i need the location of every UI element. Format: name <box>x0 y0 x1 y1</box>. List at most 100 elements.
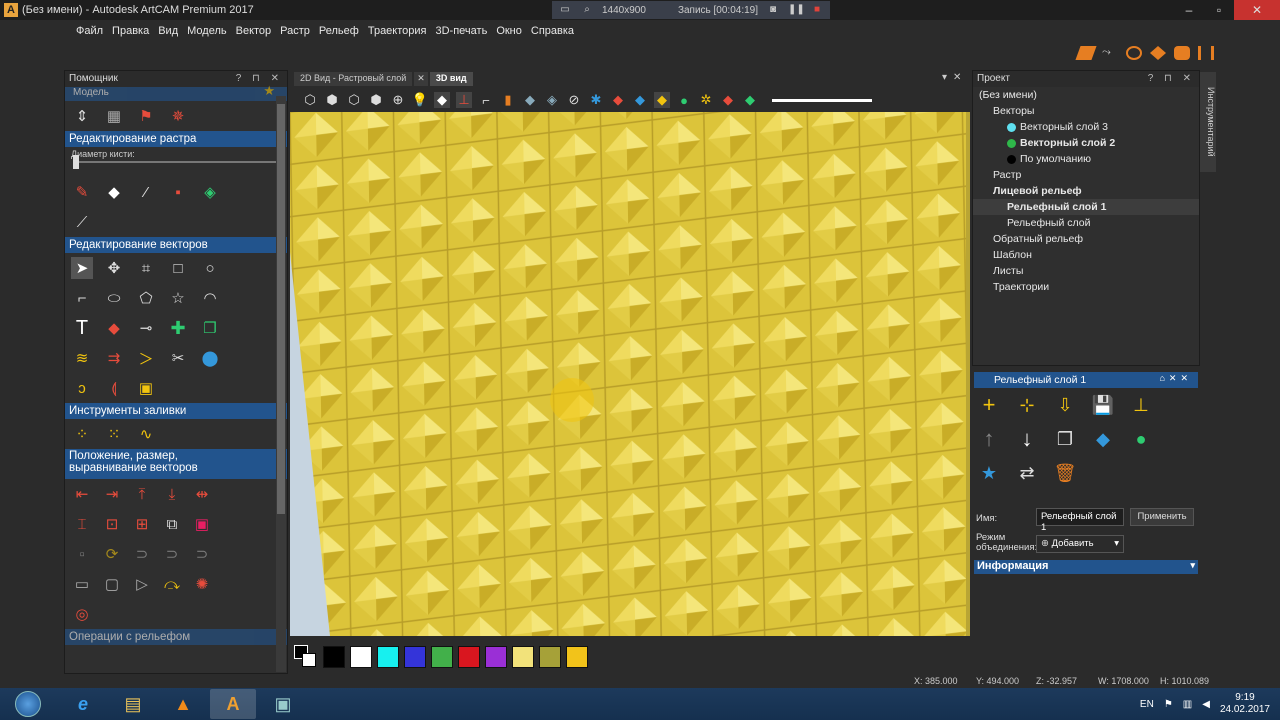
arc-icon[interactable]: ◠ <box>199 287 221 309</box>
folder-star-icon[interactable]: ▣ <box>135 377 157 399</box>
menu-3d-print[interactable]: 3D-печать <box>436 25 488 37</box>
assistant-scrollbar[interactable] <box>276 96 286 672</box>
smooth-icon[interactable]: ≋ <box>71 347 93 369</box>
tree-item[interactable]: Векторный слой 3 <box>973 119 1199 135</box>
spiral-icon[interactable]: ◎ <box>71 603 93 625</box>
tree-item[interactable]: Векторы <box>973 103 1199 119</box>
ellipse-icon[interactable]: ⬭ <box>103 287 125 309</box>
bracket-icon-1[interactable]: ⊃ <box>131 543 153 565</box>
primary-secondary-color[interactable] <box>294 645 318 669</box>
tree-item[interactable]: Обратный рельеф <box>973 231 1199 247</box>
dots-fill-icon[interactable]: ⁘ <box>71 423 93 445</box>
swatch-cyan[interactable] <box>377 646 399 668</box>
light-icon[interactable]: 💡 <box>412 92 428 108</box>
screen-recorder-icon[interactable]: ▣ <box>260 689 306 719</box>
swatch-gold[interactable] <box>566 646 588 668</box>
fill-icon[interactable]: ◈ <box>199 181 221 203</box>
grid-fill-icon[interactable]: ⁙ <box>103 423 125 445</box>
brush-slider[interactable] <box>73 155 279 169</box>
toolpath-icon[interactable] <box>1075 46 1097 60</box>
tray-flag-icon[interactable]: ⚑ <box>1164 699 1173 710</box>
wave-fill-icon[interactable]: ∿ <box>135 423 157 445</box>
line-icon[interactable]: ⤳ <box>1102 46 1118 60</box>
mirror-icon[interactable]: ⟬ <box>103 377 125 399</box>
center-v-icon[interactable]: ⌶ <box>71 513 93 535</box>
fill-tools-section[interactable]: Инструменты заливки ▲ <box>65 403 287 419</box>
align-bottom-icon[interactable]: ⤓ <box>161 483 183 505</box>
line-draw-icon[interactable]: ⟋ <box>71 211 93 233</box>
cylinder-icon[interactable] <box>1174 46 1190 60</box>
scale-icon[interactable]: ▣ <box>191 513 213 535</box>
tree-item[interactable]: Рельефный слой 1 <box>973 199 1199 215</box>
polygon-icon[interactable]: ⬠ <box>135 287 157 309</box>
bracket-icon-3[interactable]: ⊃ <box>191 543 213 565</box>
3d-viewport[interactable] <box>290 112 970 636</box>
blue-layer-icon[interactable]: ◆ <box>632 92 648 108</box>
model-section-head[interactable]: Модель ★ <box>65 83 287 101</box>
diamond-icon[interactable] <box>1150 46 1166 60</box>
eyedropper-icon[interactable]: ⁄ <box>135 181 157 203</box>
mesh-view-icon[interactable]: ⌐ <box>478 92 494 108</box>
add-green-icon[interactable]: ✚ <box>167 317 189 339</box>
swatch-white[interactable] <box>350 646 372 668</box>
menu-model[interactable]: Модель <box>187 25 226 37</box>
tray-volume-icon[interactable]: ◀ <box>1202 699 1210 710</box>
grid-icon[interactable]: ▦ <box>103 105 125 127</box>
star-shape-icon[interactable]: ☆ <box>167 287 189 309</box>
menu-help[interactable]: Справка <box>531 25 574 37</box>
gear-yellow-icon[interactable]: ✲ <box>698 92 714 108</box>
text-icon[interactable]: T <box>71 317 93 339</box>
gear-red-icon[interactable]: ✺ <box>191 573 213 595</box>
rounded-rect-icon-2[interactable]: ▢ <box>101 573 123 595</box>
add-layer-icon[interactable]: + <box>978 392 1000 417</box>
delete-icon[interactable]: 🗑 <box>1054 462 1077 484</box>
tab-2d-view[interactable]: 2D Вид - Растровый слой <box>294 72 413 86</box>
toolbox-side-tab[interactable]: Инструментарий <box>1200 72 1216 172</box>
view-controls[interactable]: ▾✕ <box>942 72 967 83</box>
size-icon[interactable]: ⧉ <box>161 513 183 535</box>
offset-icon[interactable]: ⊸ <box>135 317 157 339</box>
angle-icon[interactable]: ＞ <box>135 347 157 369</box>
mesh-icon[interactable]: ⬤ <box>199 347 221 369</box>
tree-item[interactable]: Шаблон <box>973 247 1199 263</box>
pencil-icon[interactable]: ✎ <box>71 181 93 203</box>
tree-item[interactable]: Рельефный слой <box>973 215 1199 231</box>
ring-icon[interactable] <box>1126 46 1142 60</box>
menu-relief[interactable]: Рельеф <box>319 25 359 37</box>
menu-edit[interactable]: Правка <box>112 25 149 37</box>
flatten-icon[interactable]: ⊥ <box>1130 394 1152 416</box>
relief-view-icon[interactable]: ◆ <box>434 92 450 108</box>
swatch-green[interactable] <box>431 646 453 668</box>
trim-icon[interactable]: ✂ <box>167 347 189 369</box>
distribute-icon[interactable]: ⇹ <box>191 483 213 505</box>
tree-item[interactable]: Лицевой рельеф <box>973 183 1199 199</box>
red-blue-icon[interactable]: ◆ <box>610 92 626 108</box>
multi-layer-icon[interactable]: ◆ <box>720 92 736 108</box>
axes-icon[interactable]: ⊥ <box>456 92 472 108</box>
arrow-shape-icon[interactable]: ▷ <box>131 573 153 595</box>
split-icon[interactable] <box>1198 46 1214 60</box>
tree-item[interactable]: (Без имени) <box>973 87 1199 103</box>
side-view-icon[interactable]: ⬡ <box>346 92 362 108</box>
chevron-down-icon[interactable]: ▾ <box>1190 560 1195 574</box>
rectangle-icon[interactable]: □ <box>167 257 189 279</box>
swatch-black[interactable] <box>323 646 345 668</box>
tree-item[interactable]: Листы <box>973 263 1199 279</box>
tray-network-icon[interactable]: ▥ <box>1183 699 1192 710</box>
tree-item[interactable]: По умолчанию <box>973 151 1199 167</box>
zoom-icon[interactable]: ⌕ <box>580 3 594 17</box>
pause-icon[interactable]: ❚❚ <box>788 3 805 17</box>
center-page-icon[interactable]: ⊞ <box>131 513 153 535</box>
blue-relief-icon[interactable]: ✱ <box>588 92 604 108</box>
path-icon[interactable]: ⤼ <box>161 573 183 595</box>
layer-name-input[interactable]: Рельефный слой 1 <box>1036 508 1124 533</box>
align-right-icon[interactable]: ⇥ <box>101 483 123 505</box>
explorer-icon[interactable]: ▤ <box>110 689 156 719</box>
camera-icon[interactable]: ◙ <box>766 3 780 17</box>
tree-item[interactable]: Векторный слой 2 <box>973 135 1199 151</box>
menu-vector[interactable]: Вектор <box>236 25 272 37</box>
join-icon[interactable]: ⇉ <box>103 347 125 369</box>
minimize-button[interactable]: – <box>1174 0 1204 20</box>
eraser-icon[interactable]: ◆ <box>103 181 125 203</box>
menu-raster[interactable]: Растр <box>280 25 310 37</box>
